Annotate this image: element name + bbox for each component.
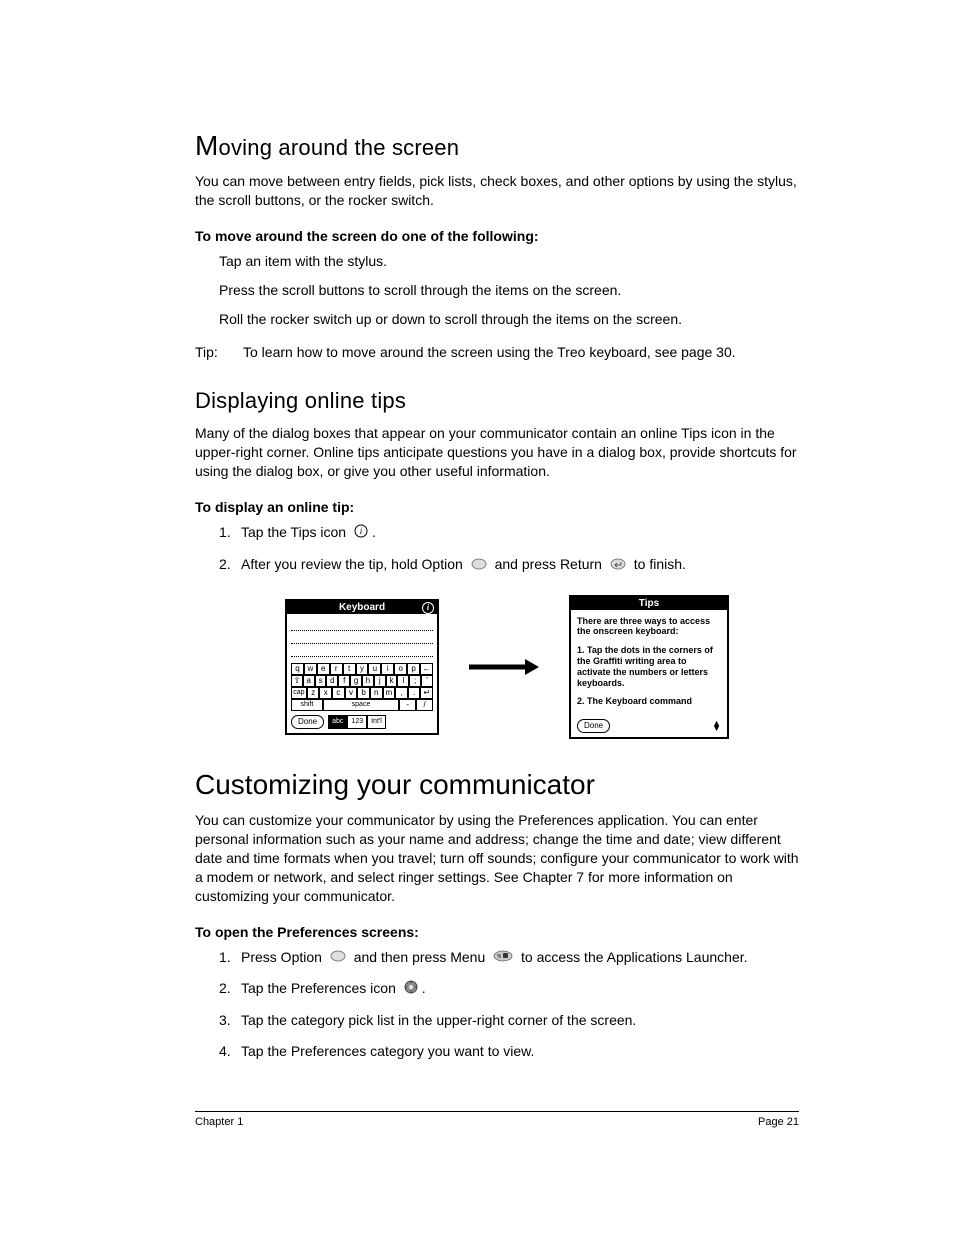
keyboard-dialog-title: Keyboard i (287, 601, 437, 614)
preferences-icon (404, 980, 418, 999)
heading-online-tips: Displaying online tips (195, 388, 799, 414)
keyboard-tips-diagram: Keyboard i qwertyuiop← ⇧asdfghjkl;' capz… (215, 595, 799, 740)
list-item: 3. Tap the category pick list in the upp… (219, 1011, 799, 1030)
tip-text: To learn how to move around the screen u… (243, 344, 736, 360)
option-key-icon (471, 556, 487, 575)
done-button: Done (291, 715, 324, 729)
list-item: Roll the rocker switch up or down to scr… (219, 310, 799, 329)
return-key-icon (610, 556, 626, 575)
tip-row: Tip: To learn how to move around the scr… (195, 344, 799, 360)
option-key-icon (330, 948, 346, 967)
key-row: capzxcvbnm,.↵ (291, 687, 433, 699)
sub-move-instructions: To move around the screen do one of the … (195, 228, 799, 244)
intro-moving: You can move between entry fields, pick … (195, 172, 799, 210)
text-line (291, 633, 433, 644)
key-row: shift space -/ (291, 699, 433, 711)
list-item: 2. Tap the Preferences icon . (219, 979, 799, 999)
keyboard-mode-segment: abc 123 Int'l (328, 715, 386, 729)
svg-text:i: i (360, 526, 363, 536)
key-row: qwertyuiop← (291, 663, 433, 675)
scroll-arrows-icon: ▲▼ (712, 721, 721, 732)
tip-label: Tip: (195, 344, 243, 360)
heading-moving-around: Moving around the screen (195, 130, 799, 162)
move-options-list: Tap an item with the stylus. Press the s… (195, 252, 799, 329)
footer-page: Page 21 (758, 1116, 799, 1128)
info-icon: i (422, 602, 434, 614)
tips-paragraph: 1. Tap the dots in the corners of the Gr… (577, 645, 721, 688)
list-item: Press the scroll buttons to scroll throu… (219, 281, 799, 300)
list-item: Tap an item with the stylus. (219, 252, 799, 271)
list-item: 1. Press Option and then press Menu to a… (219, 948, 799, 968)
intro-online-tips: Many of the dialog boxes that appear on … (195, 424, 799, 481)
tips-icon: i (354, 524, 368, 543)
sub-open-prefs: To open the Preferences screens: (195, 924, 799, 940)
list-item: 1. Tap the Tips icon i . (219, 523, 799, 543)
tips-dialog: Tips There are three ways to access the … (569, 595, 729, 740)
text-line (291, 620, 433, 631)
text-line (291, 646, 433, 657)
keyboard-dialog: Keyboard i qwertyuiop← ⇧asdfghjkl;' capz… (285, 599, 439, 735)
tips-paragraph: There are three ways to access the onscr… (577, 616, 721, 638)
footer-chapter: Chapter 1 (195, 1116, 243, 1128)
tips-dialog-title: Tips (571, 597, 727, 610)
page-footer: Chapter 1 Page 21 (195, 1111, 799, 1128)
intro-customizing: You can customize your communicator by u… (195, 811, 799, 905)
tips-done-button: Done (577, 719, 610, 733)
heading-customizing: Customizing your communicator (195, 769, 799, 801)
list-item: 4. Tap the Preferences category you want… (219, 1042, 799, 1061)
tips-paragraph: 2. The Keyboard command (577, 696, 721, 707)
menu-key-icon (493, 948, 513, 967)
list-item: 2. After you review the tip, hold Option… (219, 555, 799, 575)
arrow-right-icon (469, 657, 539, 677)
key-row: ⇧asdfghjkl;' (291, 675, 433, 687)
sub-display-tip: To display an online tip: (195, 499, 799, 515)
